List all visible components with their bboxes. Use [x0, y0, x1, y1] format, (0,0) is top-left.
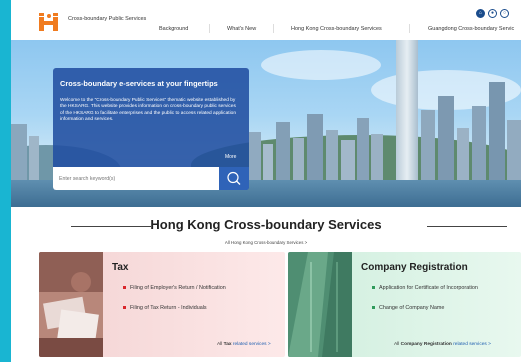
- bullet-icon: [372, 286, 375, 289]
- home-icon[interactable]: ⌂: [476, 9, 485, 18]
- intro-text: Welcome to the "Cross-boundary Public Se…: [60, 98, 236, 123]
- page: Cross-boundary Public Services Backgroun…: [11, 0, 521, 362]
- building: [11, 124, 27, 180]
- nav-separator: [409, 24, 410, 33]
- nav-separator: [273, 24, 274, 33]
- tax-card[interactable]: Tax Filing of Employer's Return / Notifi…: [39, 252, 285, 357]
- building: [29, 136, 39, 180]
- all-services-link[interactable]: All Hong Kong Cross-boundary Services >: [11, 240, 521, 245]
- company-service-link[interactable]: Application for Certificate of Incorpora…: [372, 285, 478, 291]
- tax-service-link[interactable]: Filing of Employer's Return / Notificati…: [123, 285, 226, 291]
- cloud: [261, 50, 381, 80]
- hero-banner: Cross-boundary e-services at your finger…: [11, 40, 521, 207]
- building: [307, 114, 323, 180]
- nav-hk-services[interactable]: Hong Kong Cross-boundary Services: [291, 26, 382, 32]
- building: [489, 82, 505, 180]
- building: [457, 128, 469, 180]
- bullet-icon: [372, 306, 375, 309]
- tax-related-link[interactable]: All Tax related services >: [217, 342, 271, 347]
- building: [293, 138, 304, 180]
- header: Cross-boundary Public Services Backgroun…: [11, 0, 521, 40]
- building: [357, 118, 369, 180]
- brand-logo-icon[interactable]: [38, 12, 62, 32]
- search-icon: [227, 171, 241, 185]
- tax-service-link[interactable]: Filing of Tax Return - Individuals: [123, 305, 207, 311]
- bullet-icon: [123, 306, 126, 309]
- building: [421, 110, 435, 180]
- building: [326, 130, 338, 180]
- company-registration-card[interactable]: Company Registration Application for Cer…: [288, 252, 521, 357]
- building: [371, 134, 383, 180]
- nav-gd-services[interactable]: Guangdong Cross-boundary Servic: [428, 26, 514, 32]
- nav-separator: [209, 24, 210, 33]
- more-link[interactable]: More: [225, 154, 236, 160]
- tax-title: Tax: [112, 262, 129, 273]
- building: [263, 144, 273, 180]
- building: [438, 96, 454, 180]
- brand-name: Cross-boundary Public Services: [68, 16, 147, 22]
- company-title: Company Registration: [361, 262, 468, 273]
- bullet-icon: [123, 286, 126, 289]
- building: [507, 120, 521, 180]
- search-input[interactable]: [59, 173, 209, 184]
- intro-title: Cross-boundary e-services at your finger…: [60, 79, 218, 88]
- nav-whats-new[interactable]: What's New: [227, 26, 256, 32]
- building: [249, 132, 261, 180]
- building: [341, 140, 355, 180]
- company-service-link[interactable]: Change of Company Name: [372, 305, 444, 311]
- language-icon[interactable]: ○: [500, 9, 509, 18]
- company-related-link[interactable]: All Company Registration related service…: [394, 342, 491, 347]
- services-title: Hong Kong Cross-boundary Services: [150, 217, 382, 232]
- building: [472, 106, 486, 180]
- search-box: [53, 167, 219, 190]
- building: [276, 122, 290, 180]
- accessibility-icon[interactable]: ●: [488, 9, 497, 18]
- tower-building: [396, 40, 418, 180]
- search-button[interactable]: [219, 167, 249, 190]
- nav-background[interactable]: Background: [159, 26, 188, 32]
- tax-photo: [39, 252, 103, 357]
- company-photo: [288, 252, 352, 357]
